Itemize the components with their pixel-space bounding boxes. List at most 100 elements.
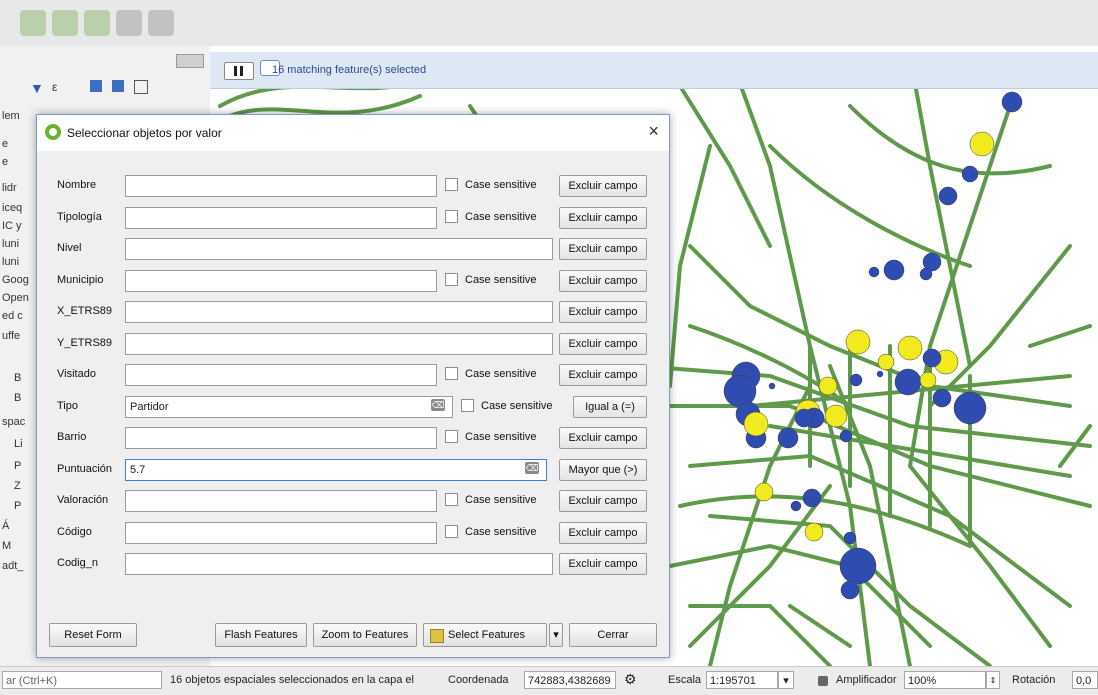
operator-button[interactable]: Excluir campo xyxy=(559,238,647,260)
operator-button[interactable]: Excluir campo xyxy=(559,332,647,355)
field-value-input[interactable]: 5.7 xyxy=(125,458,547,481)
layer-list-item[interactable]: Open xyxy=(2,292,29,304)
operator-button[interactable]: Mayor que (>) xyxy=(559,458,647,481)
layer-list-item[interactable]: e xyxy=(2,156,8,168)
case-sensitive-checkbox[interactable] xyxy=(445,178,458,191)
operator-button[interactable]: Excluir campo xyxy=(559,175,647,197)
case-sensitive-checkbox[interactable] xyxy=(461,398,474,412)
map-point[interactable] xyxy=(790,502,798,510)
layer-list-item[interactable]: spac xyxy=(2,416,25,428)
selected-point[interactable] xyxy=(877,353,895,371)
selected-point[interactable] xyxy=(743,411,769,437)
clear-icon[interactable]: ⌫ xyxy=(431,398,445,411)
layer-list-item[interactable]: Goog xyxy=(2,274,29,286)
map-point[interactable] xyxy=(894,368,922,396)
layer-list-item[interactable]: B xyxy=(14,392,21,404)
selected-point[interactable] xyxy=(845,329,871,355)
rotation-field[interactable]: 0,0 xyxy=(1072,671,1098,689)
tool-icon[interactable] xyxy=(20,10,46,36)
clear-icon[interactable]: ⌫ xyxy=(525,461,539,474)
layer-list-item[interactable]: e xyxy=(2,138,8,150)
case-sensitive-checkbox[interactable] xyxy=(445,209,458,223)
reset-form-button[interactable]: Reset Form xyxy=(49,623,137,647)
expression-icon[interactable]: ε xyxy=(52,80,57,94)
map-point[interactable] xyxy=(802,488,822,508)
flash-features-button[interactable]: Flash Features xyxy=(215,623,307,647)
layer-list-item[interactable]: lem xyxy=(2,110,20,122)
coordinate-toggle-icon[interactable]: ⚙ xyxy=(624,671,637,688)
field-value-input[interactable] xyxy=(125,490,437,512)
map-point[interactable] xyxy=(839,547,877,585)
map-point[interactable] xyxy=(938,186,958,206)
locator-search-input[interactable]: ar (Ctrl+K) xyxy=(2,671,162,689)
close-icon[interactable]: × xyxy=(648,121,659,142)
map-point[interactable] xyxy=(777,427,799,449)
map-point[interactable] xyxy=(932,388,952,408)
scale-field[interactable]: 1:195701 xyxy=(706,671,778,689)
selected-point[interactable] xyxy=(824,404,848,428)
collapse-icon[interactable] xyxy=(112,80,124,92)
field-value-input[interactable]: Partidor xyxy=(125,395,453,418)
map-point[interactable] xyxy=(849,373,863,387)
layer-list-item[interactable]: ed c xyxy=(2,310,23,322)
map-point[interactable] xyxy=(794,408,814,428)
field-value-input[interactable] xyxy=(125,521,437,544)
case-sensitive-checkbox[interactable] xyxy=(445,367,458,380)
map-point[interactable] xyxy=(843,531,857,545)
field-value-input[interactable] xyxy=(125,238,553,260)
case-sensitive-checkbox[interactable] xyxy=(445,493,458,506)
operator-button[interactable]: Excluir campo xyxy=(559,427,647,449)
operator-button[interactable]: Igual a (=) xyxy=(573,395,647,418)
operator-button[interactable]: Excluir campo xyxy=(559,553,647,575)
map-point[interactable] xyxy=(919,267,933,281)
field-value-input[interactable] xyxy=(125,269,437,292)
layer-list-item[interactable]: IC y xyxy=(2,220,22,232)
zoom-to-features-button[interactable]: Zoom to Features xyxy=(313,623,417,647)
layer-list-item[interactable]: B xyxy=(14,372,21,384)
coordinate-field[interactable]: 742883,4382689 xyxy=(524,671,616,689)
tool-icon[interactable] xyxy=(116,10,142,36)
layer-list-item[interactable]: P xyxy=(14,500,21,512)
layer-list-item[interactable]: Li xyxy=(14,438,23,450)
layer-list-item[interactable]: adt_ xyxy=(2,560,23,572)
map-point[interactable] xyxy=(961,165,979,183)
layer-list-item[interactable]: lidr xyxy=(2,182,17,194)
magnifier-field[interactable]: 100% xyxy=(904,671,986,689)
panel-float-close-icon[interactable] xyxy=(176,54,204,68)
layer-list-item[interactable]: luni xyxy=(2,238,19,250)
layer-list-item[interactable]: iceq xyxy=(2,202,22,214)
operator-button[interactable]: Excluir campo xyxy=(559,490,647,512)
selected-point[interactable] xyxy=(818,376,838,396)
map-point[interactable] xyxy=(876,370,884,378)
layer-list-item[interactable]: uffe xyxy=(2,330,20,342)
remove-layer-icon[interactable] xyxy=(134,80,148,94)
map-point[interactable] xyxy=(839,429,853,443)
selected-point[interactable] xyxy=(919,371,937,389)
filter-icon[interactable]: ▼ xyxy=(30,80,44,96)
close-button[interactable]: Cerrar xyxy=(569,623,657,647)
layer-list-item[interactable]: P xyxy=(14,460,21,472)
field-value-input[interactable] xyxy=(125,175,437,197)
field-value-input[interactable] xyxy=(125,301,553,323)
scale-dropdown-icon[interactable]: ▾ xyxy=(778,671,794,689)
case-sensitive-checkbox[interactable] xyxy=(445,272,458,286)
layer-list-item[interactable]: Á xyxy=(2,520,9,532)
map-point[interactable] xyxy=(840,580,860,600)
case-sensitive-checkbox[interactable] xyxy=(445,524,458,538)
operator-button[interactable]: Excluir campo xyxy=(559,269,647,292)
map-point[interactable] xyxy=(768,382,776,390)
map-point[interactable] xyxy=(883,259,905,281)
operator-button[interactable]: Excluir campo xyxy=(559,301,647,323)
map-point[interactable] xyxy=(922,348,942,368)
selected-point[interactable] xyxy=(897,335,923,361)
tool-icon[interactable] xyxy=(52,10,78,36)
field-value-input[interactable] xyxy=(125,553,553,575)
map-point[interactable] xyxy=(953,391,987,425)
select-features-dropdown[interactable]: ▾ xyxy=(549,623,563,647)
field-value-input[interactable] xyxy=(125,332,553,355)
operator-button[interactable]: Excluir campo xyxy=(559,206,647,229)
expand-icon[interactable] xyxy=(90,80,102,92)
field-value-input[interactable] xyxy=(125,364,437,386)
selected-point[interactable] xyxy=(969,131,995,157)
pause-icon[interactable] xyxy=(224,62,254,80)
